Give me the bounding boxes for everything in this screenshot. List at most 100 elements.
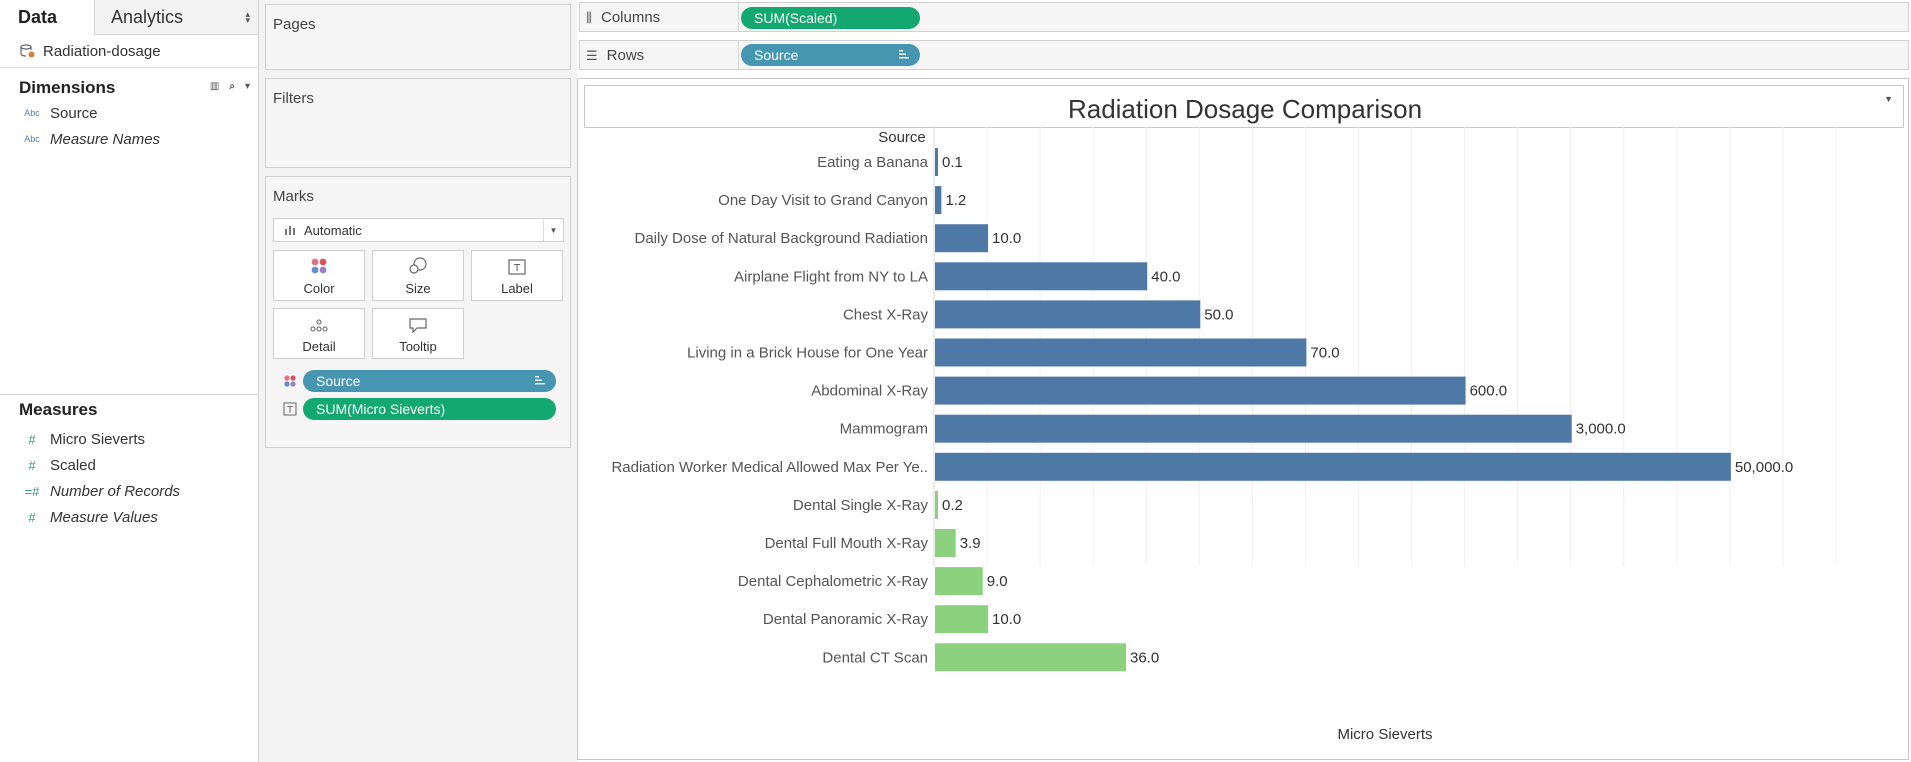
x-axis-title: Micro Sieverts <box>1337 726 1432 743</box>
columns-icon: ⫼ <box>586 9 592 25</box>
datasource-item[interactable]: Radiation-dosage <box>0 35 258 68</box>
bar <box>935 262 1148 291</box>
columns-shelf[interactable]: ⫼ Columns SUM(Scaled) <box>579 2 1909 32</box>
bar <box>935 224 989 253</box>
category-label: Abdominal X-Ray <box>811 383 928 400</box>
marks-sum-pill[interactable]: SUM(Micro Sieverts) <box>303 398 556 420</box>
tooltip-button[interactable]: Tooltip <box>372 308 464 359</box>
row-header: Source <box>878 129 926 146</box>
svg-text:T: T <box>286 406 293 416</box>
pages-title: Pages <box>273 16 316 33</box>
size-icon <box>409 257 427 274</box>
tab-data[interactable]: Data <box>0 0 94 35</box>
tooltip-button-label: Tooltip <box>399 339 437 354</box>
pill-label: SUM(Scaled) <box>754 10 838 26</box>
shelf-divider <box>738 3 739 31</box>
hash-icon: # <box>28 431 36 447</box>
label-button-label: Label <box>501 281 533 296</box>
label-button[interactable]: T Label <box>471 250 563 301</box>
marks-card: Marks Automatic ▼ Color Size T Label Det… <box>265 176 571 448</box>
filters-card[interactable]: Filters <box>265 78 571 168</box>
pill-label: Source <box>754 47 799 63</box>
bar <box>935 643 1127 672</box>
bar <box>935 376 1466 405</box>
measure-field-measure-values[interactable]: # Measure Values <box>0 504 259 530</box>
chevron-down-icon: ▼ <box>543 219 563 241</box>
data-label: 0.1 <box>942 154 963 171</box>
field-label: Measure Names <box>50 130 161 148</box>
color-encoding-icon <box>284 375 296 387</box>
calculated-hash-icon: =# <box>24 483 40 499</box>
viz-area[interactable]: Radiation Dosage Comparison ▼ Source Eati… <box>577 78 1909 760</box>
category-label: Mammogram <box>840 421 928 438</box>
pages-card[interactable]: Pages <box>265 4 571 70</box>
sort-descending-icon <box>899 50 909 59</box>
svg-text:T: T <box>513 263 521 274</box>
category-label: Dental CT Scan <box>822 649 928 666</box>
measure-field-number-of-records[interactable]: =# Number of Records <box>0 478 259 504</box>
hash-icon: # <box>28 509 36 525</box>
bar <box>935 529 956 557</box>
tooltip-icon <box>409 318 427 333</box>
detail-button[interactable]: Detail <box>273 308 365 359</box>
measure-field-micro-sieverts[interactable]: # Micro Sieverts <box>0 426 259 452</box>
detail-icon <box>310 319 328 332</box>
color-icon <box>311 258 327 274</box>
rows-shelf-label: ☰ Rows <box>586 47 644 64</box>
data-label: 50,000.0 <box>1735 459 1793 476</box>
data-label: 1.2 <box>945 192 966 209</box>
bar <box>935 567 983 596</box>
datasource-name: Radiation-dosage <box>43 42 161 60</box>
data-label: 40.0 <box>1151 268 1180 285</box>
cards-pane: Pages Filters Marks Automatic ▼ Color Si… <box>259 0 577 762</box>
color-button[interactable]: Color <box>273 250 365 301</box>
field-label: Scaled <box>50 456 96 474</box>
bar <box>935 148 938 176</box>
category-label: Airplane Flight from NY to LA <box>734 268 928 285</box>
category-label: Radiation Worker Medical Allowed Max Per… <box>611 459 928 476</box>
marks-source-pill[interactable]: Source <box>303 370 556 392</box>
mark-type-label: Automatic <box>304 222 362 238</box>
data-pane: Data Analytics ▴ ▾ Radiation-dosage Dimen… <box>0 0 259 762</box>
pane-divider <box>0 394 259 395</box>
category-label: Chest X-Ray <box>843 306 929 323</box>
size-button[interactable]: Size <box>372 250 464 301</box>
dimension-field-source[interactable]: Abc Source <box>0 100 258 126</box>
bar <box>935 490 938 519</box>
bar-chart-icon <box>285 226 295 235</box>
view-toggle-icon[interactable]: ▥ <box>210 81 219 92</box>
rows-icon: ☰ <box>586 47 598 63</box>
data-label: 50.0 <box>1204 306 1233 323</box>
measures-header: Measures <box>0 398 259 422</box>
data-label: 9.0 <box>987 573 1008 590</box>
mark-type-select[interactable]: Automatic ▼ <box>273 218 564 242</box>
measure-field-scaled[interactable]: # Scaled <box>0 452 259 478</box>
filters-title: Filters <box>273 90 314 107</box>
dimensions-list: Abc Source Abc Measure Names <box>0 100 258 152</box>
bar <box>935 452 1731 481</box>
label-icon: T <box>508 259 526 275</box>
tab-analytics[interactable]: Analytics ▴ ▾ <box>94 0 258 35</box>
category-label: Dental Panoramic X-Ray <box>763 611 929 628</box>
bar <box>935 338 1307 367</box>
pill-label: SUM(Micro Sieverts) <box>316 401 446 417</box>
measures-list: # Micro Sieverts # Scaled =# Number of R… <box>0 426 259 530</box>
sort-descending-icon <box>535 376 545 385</box>
columns-pill[interactable]: SUM(Scaled) <box>741 7 920 29</box>
field-label: Source <box>50 104 98 122</box>
color-button-label: Color <box>303 281 335 296</box>
bar <box>935 186 942 215</box>
data-label: 0.2 <box>942 497 963 514</box>
shelf-divider <box>738 41 739 69</box>
dropdown-caret-icon[interactable]: ▾ <box>245 81 250 92</box>
search-icon[interactable]: ⌕ <box>229 81 235 92</box>
category-label: Dental Full Mouth X-Ray <box>765 535 929 552</box>
bar <box>935 414 1572 443</box>
rows-shelf[interactable]: ☰ Rows Source <box>579 40 1909 70</box>
dimension-field-measure-names[interactable]: Abc Measure Names <box>0 126 258 152</box>
data-label: 70.0 <box>1310 345 1339 362</box>
rows-pill[interactable]: Source <box>741 44 920 66</box>
data-label: 10.0 <box>992 230 1021 247</box>
field-label: Micro Sieverts <box>50 430 146 448</box>
abc-icon: Abc <box>24 134 40 144</box>
